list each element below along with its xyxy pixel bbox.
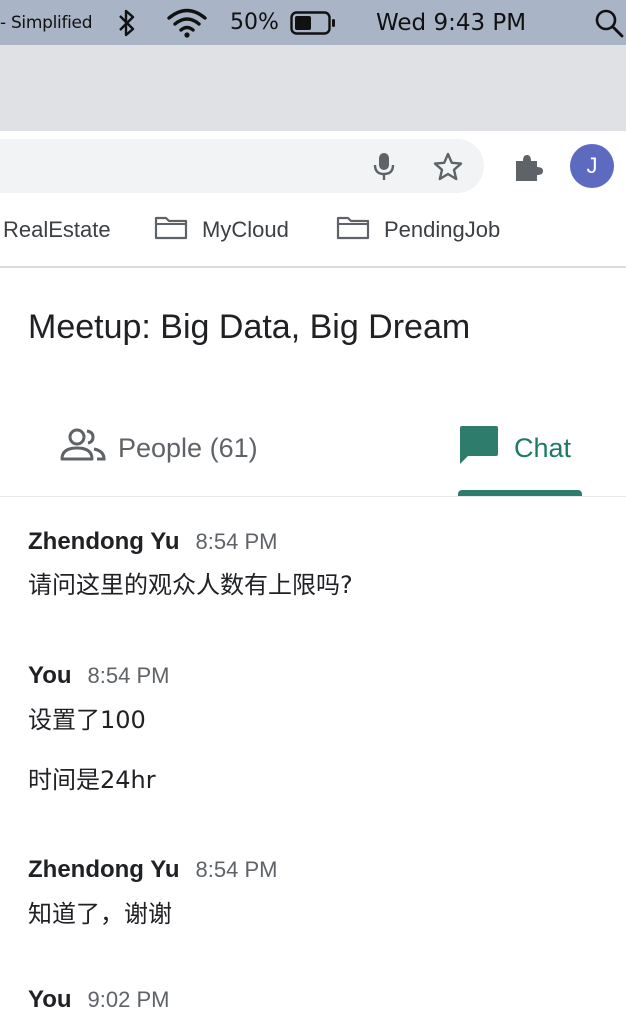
tab-people[interactable]: People (61) bbox=[60, 420, 258, 476]
bookmark-star-icon[interactable] bbox=[432, 151, 464, 183]
clock-label: Wed 9:43 PM bbox=[376, 9, 527, 36]
message-header: Zhendong Yu 8:54 PM bbox=[28, 856, 277, 884]
avatar-letter: J bbox=[586, 153, 598, 178]
microphone-icon[interactable] bbox=[370, 151, 398, 181]
message-time: 8:54 PM bbox=[195, 529, 278, 554]
message-text: 知道了，谢谢 bbox=[28, 900, 172, 928]
bookmark-mycloud[interactable]: MyCloud bbox=[154, 201, 289, 259]
message-time: 8:54 PM bbox=[87, 663, 170, 688]
chat-bubble-icon bbox=[458, 424, 514, 473]
message-time: 8:54 PM bbox=[195, 857, 278, 882]
bookmark-realestate[interactable]: RealEstate bbox=[3, 201, 111, 259]
message-header: You 8:54 PM bbox=[28, 662, 169, 690]
bookmark-label: MyCloud bbox=[202, 217, 289, 242]
bookmark-label: RealEstate bbox=[3, 217, 111, 242]
battery-icon[interactable] bbox=[290, 0, 336, 45]
browser-tab-strip bbox=[0, 45, 626, 131]
folder-icon bbox=[154, 214, 202, 246]
people-icon bbox=[60, 428, 118, 469]
bookmark-label: PendingJob bbox=[384, 217, 501, 242]
message-text: 时间是24hr bbox=[28, 766, 156, 794]
message-sender: Zhendong Yu bbox=[28, 856, 180, 883]
message-header: Zhendong Yu 8:54 PM bbox=[28, 528, 277, 556]
spotlight-search-icon[interactable] bbox=[594, 0, 624, 45]
message-header: You 9:02 PM bbox=[28, 986, 169, 1014]
extensions-puzzle-icon[interactable] bbox=[512, 151, 544, 183]
input-source-label: - Simplified bbox=[0, 12, 93, 33]
profile-avatar[interactable]: J bbox=[570, 144, 614, 188]
battery-percent: 50% bbox=[230, 0, 279, 45]
bluetooth-icon[interactable] bbox=[116, 0, 138, 45]
tab-divider bbox=[0, 496, 626, 497]
address-bar[interactable] bbox=[0, 139, 484, 193]
macos-menu-bar: - Simplified 50% Wed 9:43 PM bbox=[0, 0, 626, 45]
bookmarks-bar: RealEstate MyCloud PendingJob bbox=[0, 201, 626, 268]
menubar-clock[interactable]: Wed 9:43 PM bbox=[376, 0, 526, 45]
meeting-title: Meetup: Big Data, Big Dream bbox=[28, 308, 471, 346]
folder-icon bbox=[336, 214, 384, 246]
message-sender: You bbox=[28, 986, 72, 1013]
tab-people-label: People (61) bbox=[118, 432, 258, 463]
input-source-menu[interactable]: - Simplified bbox=[0, 0, 93, 45]
tab-chat-label: Chat bbox=[514, 432, 572, 463]
message-sender: Zhendong Yu bbox=[28, 528, 180, 555]
wifi-icon[interactable] bbox=[166, 0, 208, 45]
message-sender: You bbox=[28, 662, 72, 689]
message-text: 设置了100 bbox=[28, 706, 146, 734]
message-time: 9:02 PM bbox=[87, 987, 170, 1012]
message-text: 请问这里的观众人数有上限吗? bbox=[28, 571, 353, 599]
tab-chat[interactable]: Chat bbox=[458, 420, 571, 476]
battery-percent-label: 50% bbox=[230, 10, 279, 35]
bookmark-pendingjob[interactable]: PendingJob bbox=[336, 201, 500, 259]
